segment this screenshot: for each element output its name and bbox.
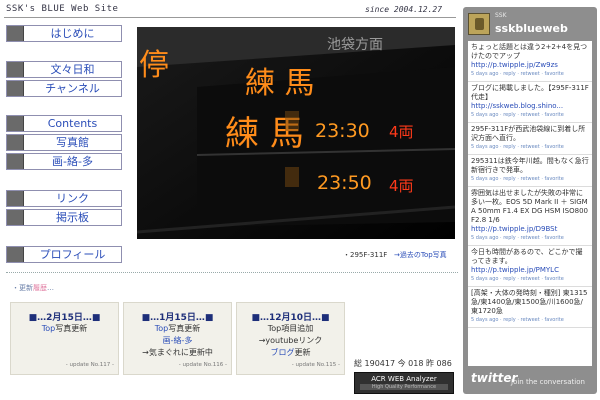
nav-label: リンク xyxy=(56,192,89,205)
tweet-link[interactable]: http://sskweb.blog.shino... xyxy=(471,102,563,110)
join-conversation-link[interactable]: Join the conversation xyxy=(511,378,585,386)
nav-photo-button[interactable]: 写真館 xyxy=(6,134,122,151)
top-photo: 停 池袋方面 練 馬 練 馬 23:30 23:50 4両 4両 xyxy=(137,27,455,239)
nav-bbs-button[interactable]: 掲示板 xyxy=(6,209,122,226)
header-divider xyxy=(4,17,456,18)
nav-square-icon xyxy=(7,154,24,169)
update-line: ブログ更新 xyxy=(270,348,311,357)
tweet-link[interactable]: http://p.twipple.jp/PMYLC xyxy=(471,266,559,274)
tweet-item: [高架・大体の発時刻・種別] 東1315急/東1400急/東1500急/川160… xyxy=(468,287,592,328)
news-heading: ・更新履歴… xyxy=(12,284,54,292)
tweet-item: 295F-311Fが西武池袋線に到着し所沢方面へ直行。 5 days ago · … xyxy=(468,123,592,155)
tweet-meta[interactable]: 5 days ago · reply · retweet · favorite xyxy=(471,276,589,283)
nav-channel-button[interactable]: チャンネル xyxy=(6,80,122,97)
twitter-handle: SSK xyxy=(495,12,507,19)
nav-label: 文々日和 xyxy=(50,63,95,76)
twitter-widget: SSK sskblueweb ちょっと話題とは違う2+2+4を見つけたのでアップ… xyxy=(463,7,597,394)
tweet-item: 295311は鉄今年川越。間もなく急行新宿行きで発車。 5 days ago · … xyxy=(468,155,592,187)
update-date: ■…12月10日…■ xyxy=(251,313,330,323)
tweet-text: ブログに掲載しました。【295F-311F 代走】 http://sskweb.b… xyxy=(471,84,592,110)
tweet-link[interactable]: http://p.twipple.jp/D9BSt xyxy=(471,225,557,233)
tweet-meta[interactable]: 5 days ago · reply · retweet · favorite xyxy=(471,235,589,242)
update-box: ■…1月15日…■ Top写真更新 画-絡-多 →気まぐれに更新中 - upda… xyxy=(123,302,232,375)
nav-label: Contents xyxy=(47,117,98,130)
tweet-meta[interactable]: 5 days ago · reply · retweet · favorite xyxy=(471,112,589,119)
update-number: - update No.116 - xyxy=(178,362,227,368)
blog-link[interactable]: ブログ xyxy=(271,348,295,357)
update-line: Top写真更新 xyxy=(41,324,88,333)
tweet-feed[interactable]: ちょっと話題とは違う2+2+4を見つけたのでアップ http://p.twipp… xyxy=(468,41,592,366)
update-date: ■…2月15日…■ xyxy=(28,313,101,323)
update-line: Top項目追加 xyxy=(267,324,314,333)
tweet-text: 295311は鉄今年川越。間もなく急行新宿行きで発車。 xyxy=(471,157,589,174)
update-number: - update No.117 - xyxy=(65,362,114,368)
tweet-text: 今日も時間があるので、どこかで撮ってきます。 http://p.twipple.j… xyxy=(471,248,583,274)
past-photos-link[interactable]: →過去のTop写真 xyxy=(394,251,447,259)
nav-links-button[interactable]: リンク xyxy=(6,190,122,207)
update-date: ■…1月15日…■ xyxy=(141,313,214,323)
nav-square-icon xyxy=(7,191,24,206)
photo-car-2: 4両 xyxy=(389,177,414,195)
tweet-item: 雰囲気は出せましたが失敗の非常に多い一枚。EOS 5D Mark II ＋ SI… xyxy=(468,187,592,246)
nav-label: 画-絡-多 xyxy=(52,155,93,168)
photo-time-2: 23:50 xyxy=(317,172,372,194)
nav-square-icon xyxy=(7,135,24,150)
update-number: - update No.115 - xyxy=(291,362,340,368)
nav-label: チャンネル xyxy=(45,82,100,95)
news-divider xyxy=(6,272,458,273)
nav-square-icon xyxy=(7,116,24,131)
photo-line-1: 練 馬 xyxy=(245,66,315,101)
tweet-text: 295F-311Fが西武池袋線に到着し所沢方面へ直行。 xyxy=(471,125,586,142)
nav-painting-button[interactable]: 画-絡-多 xyxy=(6,153,122,170)
since-date: since 2004.12.27 xyxy=(365,5,443,14)
nav-square-icon xyxy=(7,210,24,225)
nav-profile-button[interactable]: プロフィール xyxy=(6,246,122,263)
update-line: 画-絡-多 xyxy=(124,335,231,347)
access-counter: 総 190417 今 018 昨 086 xyxy=(354,359,452,368)
update-line: Top写真更新 xyxy=(154,324,201,333)
nav-square-icon xyxy=(7,26,24,41)
photo-kanji-top: 池袋方面 xyxy=(327,37,383,53)
nav-label: プロフィール xyxy=(39,248,106,261)
acr-analyzer-badge[interactable]: ACR WEB Analyzer High Quality Performanc… xyxy=(354,372,454,394)
nav-label: はじめに xyxy=(50,27,95,40)
tweet-meta[interactable]: 5 days ago · reply · retweet · favorite xyxy=(471,71,589,78)
tweet-item: 今日も時間があるので、どこかで撮ってきます。 http://p.twipple.j… xyxy=(468,246,592,287)
tweet-text: 雰囲気は出せましたが失敗の非常に多い一枚。EOS 5D Mark II ＋ SI… xyxy=(471,189,589,233)
tweet-meta[interactable]: 5 days ago · reply · retweet · favorite xyxy=(471,144,589,151)
photo-car-1: 4両 xyxy=(389,123,414,141)
tweet-item: ブログに掲載しました。【295F-311F 代走】 http://sskweb.b… xyxy=(468,82,592,123)
update-box: ■…12月10日…■ Top項目追加 →youtubeリンク ブログ更新 - u… xyxy=(236,302,345,375)
tweet-text: [高架・大体の発時刻・種別] 東1315急/東1400急/東1500急/川160… xyxy=(471,289,588,315)
nav-hajimeni-button[interactable]: はじめに xyxy=(6,25,122,42)
tweet-meta[interactable]: 5 days ago · reply · retweet · favorite xyxy=(471,317,589,324)
tweet-meta[interactable]: 5 days ago · reply · retweet · favorite xyxy=(471,176,589,183)
update-line: →気まぐれに更新中 xyxy=(142,348,213,357)
tweet-item: ちょっと話題とは違う2+2+4を見つけたのでアップ http://p.twipp… xyxy=(468,41,592,82)
site-title: SSK's BLUE Web Site xyxy=(6,4,119,14)
update-box: ■…2月15日…■ Top写真更新 - update No.117 - xyxy=(10,302,119,375)
nav-square-icon xyxy=(7,62,24,77)
avatar[interactable] xyxy=(468,13,490,35)
tweet-text: ちょっと話題とは違う2+2+4を見つけたのでアップ http://p.twipp… xyxy=(471,43,588,69)
tweet-link[interactable]: http://p.twipple.jp/Zw9zs xyxy=(471,61,558,69)
nav-label: 掲示板 xyxy=(56,211,89,224)
update-line: →youtubeリンク xyxy=(258,336,323,345)
painting-link[interactable]: 画-絡-多 xyxy=(163,336,193,345)
nav-square-icon xyxy=(7,247,24,262)
photo-caption: ・295F-311F →過去のTop写真 xyxy=(343,250,447,260)
nav-contents-button[interactable]: Contents xyxy=(6,115,122,132)
caption-model: ・295F-311F xyxy=(343,251,388,259)
nav-square-icon xyxy=(7,81,24,96)
nav-diary-button[interactable]: 文々日和 xyxy=(6,61,122,78)
nav-label: 写真館 xyxy=(56,136,89,149)
twitter-name[interactable]: sskblueweb xyxy=(495,22,568,35)
photo-time-1: 23:30 xyxy=(315,120,370,142)
photo-kanji-left: 停 xyxy=(139,48,169,83)
